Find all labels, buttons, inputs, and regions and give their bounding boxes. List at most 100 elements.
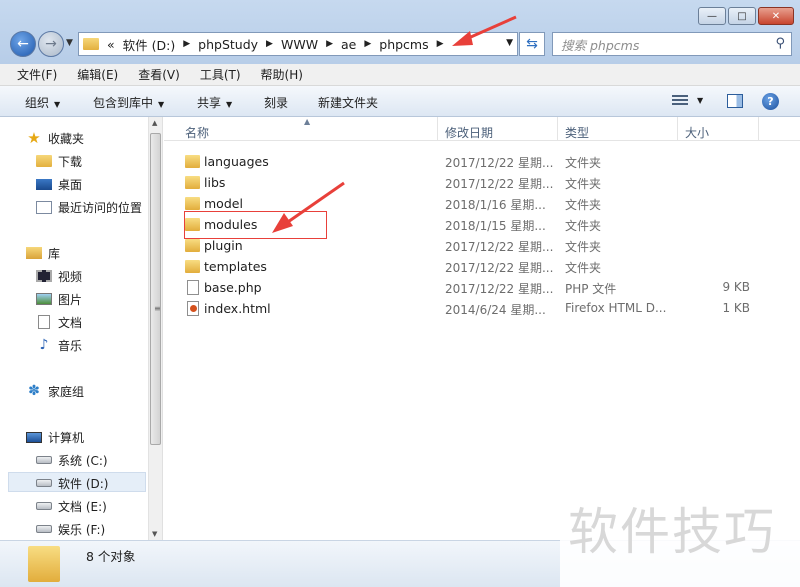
nav-computer[interactable]: 计算机 [26,427,84,447]
file-modified: 2017/12/22 星期... [445,156,554,170]
nav-documents[interactable]: 文档 [36,312,82,332]
menu-file[interactable]: 文件(F) [17,66,57,83]
file-row-libs[interactable]: libs 2017/12/22 星期... 文件夹 [164,172,800,193]
folder-icon [185,260,200,273]
breadcrumb-phpstudy[interactable]: phpStudy [198,37,258,52]
file-name: index.html [204,301,271,316]
menu-view[interactable]: 查看(V) [138,66,180,83]
nav-desktop[interactable]: 桌面 [36,174,82,194]
nav-drive-f[interactable]: 娱乐 (F:) [36,519,105,539]
nav-videos[interactable]: 视频 [36,266,82,286]
column-divider[interactable] [557,117,558,141]
burn-button[interactable]: 刻录 [264,94,288,111]
file-row-languages[interactable]: languages 2017/12/22 星期... 文件夹 [164,151,800,172]
refresh-button[interactable]: ⇆ [519,32,545,56]
nav-music[interactable]: ♪ 音乐 [36,335,82,355]
breadcrumb-separator-icon[interactable]: ▶ [183,39,190,49]
nav-drive-e[interactable]: 文档 (E:) [36,496,107,516]
file-name: model [204,196,243,211]
breadcrumb-ae[interactable]: ae [341,37,356,52]
file-row-base-php[interactable]: base.php 2017/12/22 星期... PHP 文件 9 KB [164,277,800,298]
chevron-down-icon: ▼ [54,100,61,109]
recent-pages-dropdown[interactable]: ▼ [66,38,73,48]
menu-tools[interactable]: 工具(T) [200,66,241,83]
nav-pictures-label: 图片 [58,292,83,307]
breadcrumb-overflow[interactable]: « [107,37,115,52]
breadcrumb-separator-icon[interactable]: ▶ [437,39,444,49]
breadcrumb-phpcms[interactable]: phpcms [379,37,428,52]
file-row-index-html[interactable]: index.html 2014/6/24 星期... Firefox HTML … [164,298,800,319]
file-size: 9 KB [722,280,750,294]
forward-button[interactable]: → [38,31,64,57]
file-type: 文件夹 [565,219,602,233]
column-name[interactable]: 名称 [185,124,209,141]
breadcrumb-drive-d[interactable]: 软件 (D:) [123,35,176,54]
share-button[interactable]: 共享 ▼ [197,94,232,111]
column-divider[interactable] [437,117,438,141]
search-input[interactable]: 搜索 phpcms ⚲ [552,32,792,56]
help-icon[interactable]: ? [762,93,779,110]
nav-downloads[interactable]: 下载 [36,151,82,171]
videos-icon [36,270,52,282]
breadcrumb-separator-icon[interactable]: ▶ [266,39,273,49]
breadcrumb-separator-icon[interactable]: ▶ [326,39,333,49]
column-size[interactable]: 大小 [685,124,709,141]
nav-recent-places[interactable]: 最近访问的位置 [36,197,142,217]
nav-pictures[interactable]: 图片 [36,289,82,309]
documents-icon [38,315,50,329]
nav-homegroup[interactable]: ✽ 家庭组 [26,381,84,401]
refresh-icon: ⇆ [526,36,538,52]
folder-icon [185,239,200,252]
libraries-icon [26,247,42,259]
file-size: 1 KB [722,301,750,315]
system-drive-icon [36,456,52,464]
column-type[interactable]: 类型 [565,124,589,141]
view-options-icon[interactable] [672,95,688,107]
drive-icon [36,525,52,533]
nav-computer-label: 计算机 [48,430,85,445]
new-folder-button[interactable]: 新建文件夹 [318,94,378,111]
watermark: 软件技巧 [560,466,800,587]
nav-favorites-label: 收藏夹 [48,131,85,146]
breadcrumb-separator-icon[interactable]: ▶ [364,39,371,49]
menu-help[interactable]: 帮助(H) [261,66,303,83]
preview-pane-icon[interactable] [727,94,743,108]
file-type: 文件夹 [565,261,602,275]
nav-favorites[interactable]: ★ 收藏夹 [26,128,84,148]
nav-libraries-label: 库 [48,246,61,261]
nav-drive-d[interactable]: 软件 (D:) [36,473,108,493]
nav-homegroup-label: 家庭组 [48,384,85,399]
column-modified[interactable]: 修改日期 [445,124,493,141]
nav-scrollbar[interactable]: ▲ ≡ ▼ [148,117,162,540]
file-modified: 2018/1/15 星期... [445,219,546,233]
scroll-thumb[interactable]: ≡ [150,133,161,445]
column-divider[interactable] [677,117,678,141]
scroll-up-icon[interactable]: ▲ [152,119,157,127]
menu-edit[interactable]: 编辑(E) [77,66,118,83]
column-divider[interactable] [758,117,759,141]
file-type: 文件夹 [565,198,602,212]
file-type: PHP 文件 [565,282,617,296]
nav-drive-c[interactable]: 系统 (C:) [36,450,108,470]
organize-button[interactable]: 组织 ▼ [25,94,60,111]
breadcrumb-www[interactable]: WWW [281,37,318,52]
nav-libraries[interactable]: 库 [26,243,60,263]
include-in-library-button[interactable]: 包含到库中 ▼ [93,94,164,111]
file-name: templates [204,259,267,274]
file-row-templates[interactable]: templates 2017/12/22 星期... 文件夹 [164,256,800,277]
minimize-button[interactable]: — [698,7,726,25]
file-modified: 2014/6/24 星期... [445,303,546,317]
drive-icon [36,479,52,487]
watermark-text: 软件技巧 [568,503,776,561]
nav-drive-d-label: 软件 (D:) [58,476,109,491]
scroll-down-icon[interactable]: ▼ [152,530,157,538]
address-bar[interactable]: « 软件 (D:) ▶ phpStudy ▶ WWW ▶ ae ▶ phpcms… [78,32,518,56]
chevron-down-icon[interactable]: ▼ [697,96,703,105]
search-icon[interactable]: ⚲ [775,36,785,51]
close-button[interactable]: ✕ [758,7,794,25]
maximize-button[interactable]: □ [728,7,756,25]
pictures-icon [36,293,52,305]
address-dropdown-icon[interactable]: ▼ [506,38,513,48]
homegroup-icon: ✽ [28,383,40,399]
back-button[interactable]: ← [10,31,36,57]
